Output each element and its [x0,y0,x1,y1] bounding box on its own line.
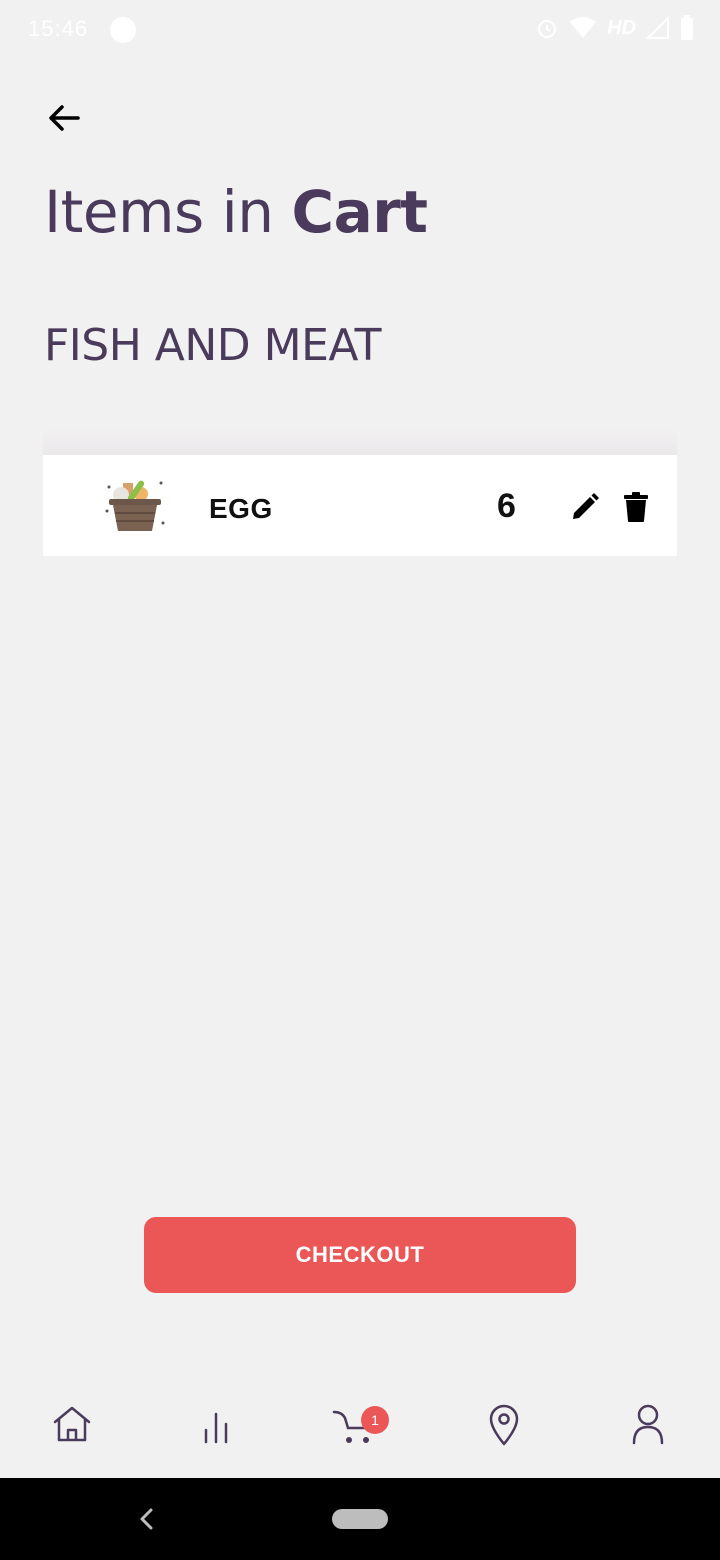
system-back-button[interactable] [134,1504,158,1534]
edit-item-button[interactable] [569,491,601,523]
signal-icon [646,16,669,39]
nav-profile[interactable] [624,1400,672,1448]
wifi-icon [570,17,597,38]
checkout-button[interactable]: CHECKOUT [144,1217,576,1293]
network-label: HD [607,16,636,39]
nav-home[interactable] [48,1400,96,1448]
grocery-basket-icon [105,480,165,531]
status-icons: HD [535,15,694,41]
status-bar: 15:46 HD [0,0,720,60]
location-icon [489,1404,519,1446]
pencil-icon [573,493,599,519]
battery-icon [681,15,693,40]
system-nav-bar [0,1478,720,1560]
stats-icon [204,1412,228,1444]
nav-stats[interactable] [192,1400,240,1448]
back-button[interactable] [44,100,84,136]
cart-badge: 1 [361,1406,389,1434]
item-name: EGG [209,493,273,524]
status-time: 15:46 [28,16,89,41]
category-title: FISH AND MEAT [44,320,382,371]
nav-location[interactable] [480,1400,528,1448]
trash-icon [624,492,648,522]
arrow-left-icon [49,105,80,131]
cart-item: EGG 6 [43,455,677,556]
system-home-pill[interactable] [332,1509,388,1529]
chevron-left-icon [140,1508,153,1530]
page-title: Items in Cart [44,178,428,246]
page-title-regular: Items in [44,178,292,246]
page-title-bold: Cart [291,178,429,246]
home-icon [53,1406,91,1442]
app-notification-icon [110,17,136,43]
list-divider [43,428,677,456]
alarm-icon [538,20,557,38]
bottom-nav [0,1378,720,1478]
delete-item-button[interactable] [621,491,651,523]
item-quantity: 6 [497,487,516,525]
profile-icon [632,1404,664,1445]
